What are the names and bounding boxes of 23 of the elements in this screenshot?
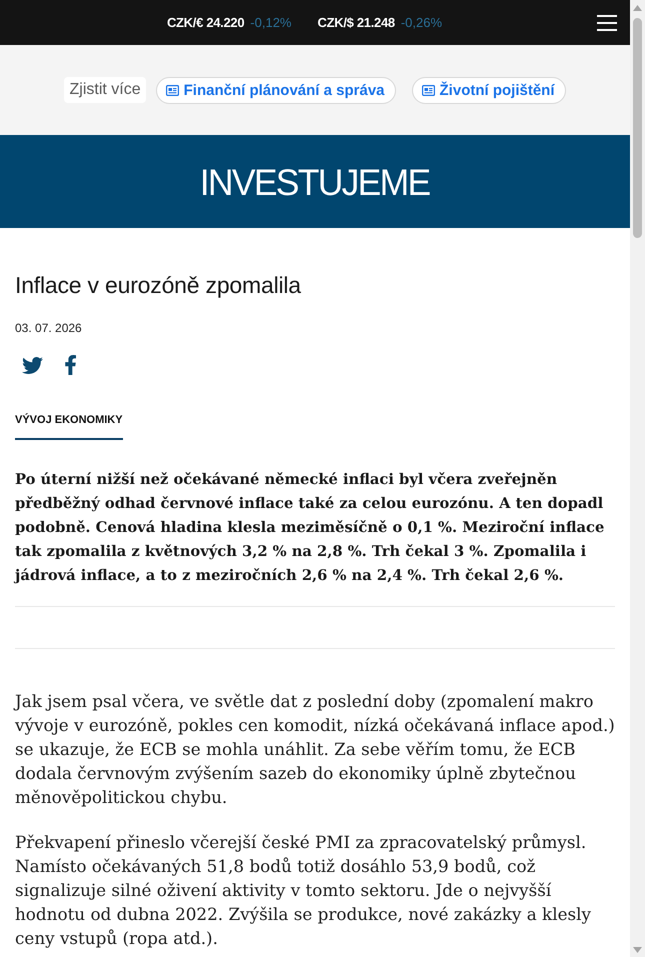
site-logo[interactable]: INVESTUJEME <box>200 160 430 202</box>
menu-icon[interactable] <box>597 14 617 30</box>
scroll-down-icon[interactable] <box>633 947 642 953</box>
article-date: 03. 07. 2026 <box>15 320 82 336</box>
article-paragraph: Jak jsem psal včera, ve světle dat z poslední doby (zpomalení makro vývoje v eurozóně, pokles cen komodit, nízká očekávaná inflace apod.) se ukazuje, že ECB se mohla unáhlit. Za sebe věřím tomu, že ECB dodala červnovým zvýšením sazeb do ekonomiky úplně zbytečnou měnověpolitickou chybu. <box>15 690 615 809</box>
twitter-icon[interactable] <box>22 356 43 374</box>
exchange-rate: CZK/€ 24.220 <box>166 15 244 30</box>
topic-chip[interactable]: Finanční plánování a správa <box>156 76 396 104</box>
newspaper-icon <box>422 84 435 96</box>
category-link[interactable]: VÝVOJ EKONOMIKY <box>15 413 123 440</box>
topic-chip[interactable]: Životní pojištění <box>412 76 566 104</box>
scrollbar-thumb[interactable] <box>633 18 642 238</box>
article-lead: Po úterní nižší než očekávané německé inflaci byl včera zveřejněn předběžný odhad červnové inflace také za celou eurozónu. A ten dopadl podobně. Cenová hladina klesla meziměsíčně o 0,1 %. Meziroční inflace tak zpomalila z květnových 3,2 % na 2,8 %. Trh čekal 3 %. Zpomalila i jádrová inflace, a to z meziročních 2,6 % na 2,4 %. Trh čekal 2,6 %. <box>15 470 606 586</box>
newspaper-icon <box>166 84 179 96</box>
scrollbar[interactable] <box>630 0 645 957</box>
explore-label: Zjistit více <box>64 77 146 103</box>
rate-change: -0,26% <box>400 15 442 30</box>
article-paragraph: Překvapení přineslo včerejší české PMI za zpracovatelský průmysl. Namísto očekávaných 51,8 bodů totiž dosáhlo 53,9 bodů, což signalizuje silné oživení aktivity v tomto sektoru. Jde o nejvyšší hodnotu od dubna 2022. Zvýšila se produkce, nové zakázky a klesly ceny vstupů (ropa atd.). <box>15 831 592 950</box>
facebook-icon[interactable] <box>65 355 76 375</box>
rate-change: -0,12% <box>250 15 292 30</box>
article-title: Inflace v eurozóně zpomalila <box>15 271 301 299</box>
exchange-rate: CZK/$ 21.248 <box>318 15 395 30</box>
scroll-up-icon[interactable] <box>633 5 642 11</box>
